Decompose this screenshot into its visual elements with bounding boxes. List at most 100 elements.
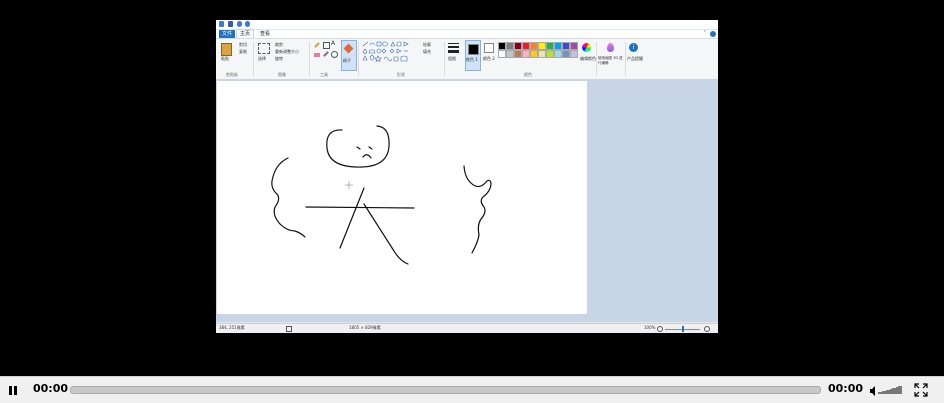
divider xyxy=(625,42,626,76)
canvas-size: 1805 × 829像素 xyxy=(349,325,381,330)
divider xyxy=(253,42,254,76)
palette-swatch[interactable] xyxy=(562,42,570,50)
zoom-out-icon[interactable] xyxy=(657,326,663,332)
palette-swatch[interactable] xyxy=(546,42,554,50)
duration: 00:00 xyxy=(828,382,864,395)
fullscreen-icon[interactable] xyxy=(913,382,929,398)
select-label: 选择 xyxy=(258,56,266,61)
canvas-area xyxy=(216,80,718,322)
palette-swatch[interactable] xyxy=(514,50,522,58)
paint-app-icon xyxy=(219,21,224,27)
color1-label: 颜色 1 xyxy=(466,57,478,62)
edit-colors-button[interactable]: 编辑颜色 xyxy=(580,42,596,69)
color2-swatch xyxy=(484,43,494,53)
size-button[interactable]: 粗细 xyxy=(448,42,460,69)
divider xyxy=(358,42,359,76)
paint3d-button[interactable]: 使用画图 3D 进行编辑 xyxy=(598,42,624,69)
title-bar xyxy=(216,20,718,29)
palette-swatch[interactable] xyxy=(530,50,538,58)
color1-button[interactable]: 颜色 1 xyxy=(465,40,481,71)
line-size-icon xyxy=(448,46,459,48)
collapse-ribbon-icon[interactable]: ⌃ xyxy=(703,30,707,36)
resize-button[interactable]: 重新调整大小 xyxy=(275,49,299,54)
brush-button[interactable]: 刷子 xyxy=(341,40,357,71)
drawing-canvas[interactable] xyxy=(217,81,587,314)
rotate-button[interactable]: 旋转 xyxy=(275,56,283,61)
paint-window: 文件 主页 查看 ⌃ 粘贴 剪切 复制 剪贴板 选择 裁剪 重新调整大小 旋转 xyxy=(216,20,718,333)
palette-swatch[interactable] xyxy=(498,50,506,58)
pause-button[interactable] xyxy=(4,381,22,399)
shapes-gallery[interactable] xyxy=(362,41,418,63)
brush-icon xyxy=(343,43,354,54)
pencil-icon[interactable] xyxy=(314,42,320,48)
edit-colors-label: 编辑颜色 xyxy=(580,56,596,61)
selection-icon xyxy=(286,326,292,332)
paste-button[interactable]: 粘贴 xyxy=(220,42,232,66)
paint3d-label: 使用画图 3D 进行编辑 xyxy=(598,56,623,65)
palette-swatch[interactable] xyxy=(554,42,562,50)
select-icon xyxy=(258,43,270,54)
copy-button[interactable]: 复制 xyxy=(239,49,247,54)
palette-swatch[interactable] xyxy=(522,42,530,50)
paint3d-icon xyxy=(607,43,614,52)
palette-swatch[interactable] xyxy=(506,42,514,50)
outline-button[interactable]: 轮廓 xyxy=(423,42,431,47)
cut-button[interactable]: 剪切 xyxy=(239,42,247,47)
magnifier-icon[interactable] xyxy=(331,51,338,58)
tab-view[interactable]: 查看 xyxy=(257,30,273,38)
tab-file[interactable]: 文件 xyxy=(219,30,236,38)
zoom-in-icon[interactable] xyxy=(704,326,710,332)
fullscreen-icon-glyph xyxy=(914,383,928,397)
select-button[interactable]: 选择 xyxy=(257,42,271,66)
palette-swatch[interactable] xyxy=(538,42,546,50)
undo-icon[interactable] xyxy=(237,21,242,27)
help-icon[interactable] xyxy=(710,31,716,37)
save-icon[interactable] xyxy=(228,21,233,27)
fill-icon[interactable] xyxy=(323,42,330,49)
palette-swatch[interactable] xyxy=(530,42,538,50)
group-clipboard: 剪贴板 xyxy=(226,72,238,77)
eraser-icon[interactable] xyxy=(314,53,320,57)
palette-swatch[interactable] xyxy=(514,42,522,50)
palette-swatch[interactable] xyxy=(498,42,506,50)
fill-button[interactable]: 填充 xyxy=(423,49,431,54)
palette-swatch[interactable] xyxy=(562,50,570,58)
zoom-slider-thumb[interactable] xyxy=(682,326,684,332)
color-wheel-icon xyxy=(582,43,591,52)
current-time: 00:00 xyxy=(33,382,69,395)
pause-icon xyxy=(9,386,12,395)
palette-swatch[interactable] xyxy=(506,50,514,58)
group-shapes: 形状 xyxy=(397,72,405,77)
redo-icon[interactable] xyxy=(245,21,250,27)
pause-icon xyxy=(14,386,17,395)
color-palette xyxy=(498,42,580,62)
group-colors: 颜色 xyxy=(524,72,532,77)
volume-icon[interactable] xyxy=(869,383,905,397)
palette-swatch[interactable] xyxy=(546,50,554,58)
palette-swatch[interactable] xyxy=(570,50,578,58)
palette-swatch[interactable] xyxy=(554,50,562,58)
volume-icon-glyph xyxy=(870,386,902,396)
info-icon: i xyxy=(629,43,638,52)
divider xyxy=(444,42,445,76)
palette-swatch[interactable] xyxy=(570,42,578,50)
line-size-icon xyxy=(448,43,459,44)
color2-label: 颜色 2 xyxy=(483,56,495,61)
product-alert-button[interactable]: i 产品提醒 xyxy=(627,42,643,69)
divider xyxy=(309,42,310,76)
group-tools: 工具 xyxy=(320,72,328,77)
seek-bar[interactable] xyxy=(70,386,821,394)
text-icon[interactable]: A xyxy=(331,40,335,47)
clipboard-icon xyxy=(221,43,232,56)
paste-label: 粘贴 xyxy=(221,56,229,61)
palette-swatch[interactable] xyxy=(538,50,546,58)
color-picker-icon[interactable] xyxy=(323,51,329,57)
video-area[interactable]: 文件 主页 查看 ⌃ 粘贴 剪切 复制 剪贴板 选择 裁剪 重新调整大小 旋转 xyxy=(0,0,944,376)
cursor-position: 384, 251像素 xyxy=(219,325,245,330)
crop-button[interactable]: 裁剪 xyxy=(275,42,283,47)
color2-button[interactable]: 颜色 2 xyxy=(483,42,495,69)
alert-label: 产品提醒 xyxy=(627,56,643,61)
tab-home[interactable]: 主页 xyxy=(236,29,255,38)
group-image: 图像 xyxy=(278,72,286,77)
palette-swatch[interactable] xyxy=(522,50,530,58)
